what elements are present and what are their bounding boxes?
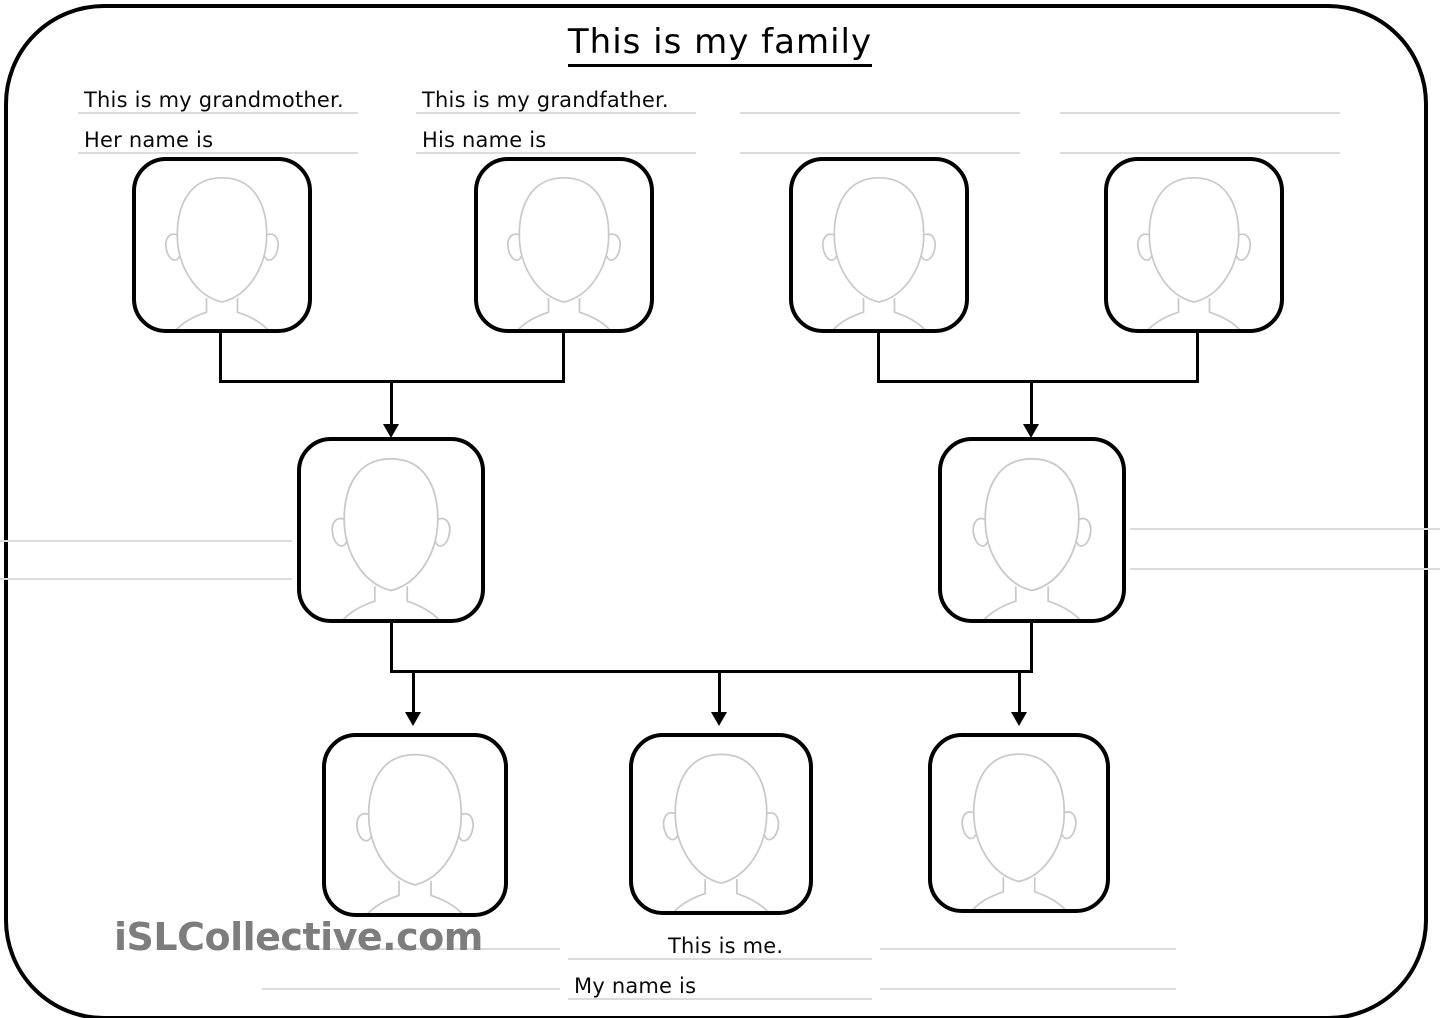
connector-pg2-drop [1196,330,1199,382]
connector-child-left-arrowhead [405,712,421,726]
rule-line-gf-relation [416,112,696,114]
connector-pg1-drop [877,330,880,382]
rule-line-me-relation [568,958,872,960]
rule-line-sibling-right-name [880,988,1176,990]
rule-line-gm-name [78,152,358,154]
connector-mother-drop [390,620,393,672]
person-box-paternal-grandfather[interactable] [1104,157,1284,333]
blank-face-icon [331,457,451,619]
page-title-text: This is my family [567,22,873,67]
connector-child-right-stem [1018,670,1021,716]
blank-face-icon [1137,176,1251,329]
person-box-me[interactable] [629,733,813,915]
rule-line-mother-relation [0,540,292,542]
person-box-sibling-right[interactable] [928,733,1110,913]
label-grandmother-name: Her name is [84,128,214,152]
blank-face-icon [165,176,279,329]
connector-child-left-stem [412,670,415,716]
rule-line-pg2-relation [1060,112,1340,114]
rule-line-gf-name [416,152,696,154]
rule-line-sibling-left-name [262,988,560,990]
label-grandfather-name: His name is [422,128,547,152]
person-box-paternal-grandmother[interactable] [789,157,969,333]
connector-child-mid-arrowhead [711,712,727,726]
blank-face-icon [356,753,474,913]
person-box-sibling-left[interactable] [322,733,508,917]
connector-mother-stem [390,380,393,428]
blank-face-icon [662,753,780,911]
rule-line-father-relation [1130,528,1440,530]
rule-line-me-name [568,998,872,1000]
connector-pat-bar [877,380,1199,383]
rule-line-mother-name [0,578,292,580]
label-grandmother-relation: This is my grandmother. [84,88,344,112]
blank-face-icon [972,457,1092,619]
connector-mother-arrowhead [383,424,399,438]
person-box-maternal-grandfather[interactable] [474,157,654,333]
page-title: This is my family [0,22,1440,67]
blank-face-icon [961,753,1077,909]
connector-father-drop [1030,620,1033,672]
islcollective-watermark: iSLCollective.com [114,915,483,959]
rule-line-gm-relation [78,112,358,114]
connector-gm-drop [219,330,222,382]
rule-line-pg1-relation [740,112,1020,114]
rule-line-pg2-name [1060,152,1340,154]
connector-child-mid-stem [718,670,721,716]
connector-children-bar [390,670,1033,673]
label-me-name: My name is [574,974,697,998]
rule-line-father-name [1130,568,1440,570]
person-box-father[interactable] [938,437,1126,623]
connector-father-stem [1030,380,1033,428]
rule-line-pg1-name [740,152,1020,154]
worksheet-page: This is my family This is my grandmother… [0,0,1440,1018]
label-me-relation: This is me. [668,934,784,958]
connector-gf-drop [562,330,565,382]
person-box-maternal-grandmother[interactable] [132,157,312,333]
rule-line-sibling-right-relation [880,948,1176,950]
label-grandfather-relation: This is my grandfather. [422,88,669,112]
blank-face-icon [822,176,936,329]
connector-child-right-arrowhead [1011,712,1027,726]
connector-father-arrowhead [1023,424,1039,438]
person-box-mother[interactable] [297,437,485,623]
blank-face-icon [507,176,621,329]
